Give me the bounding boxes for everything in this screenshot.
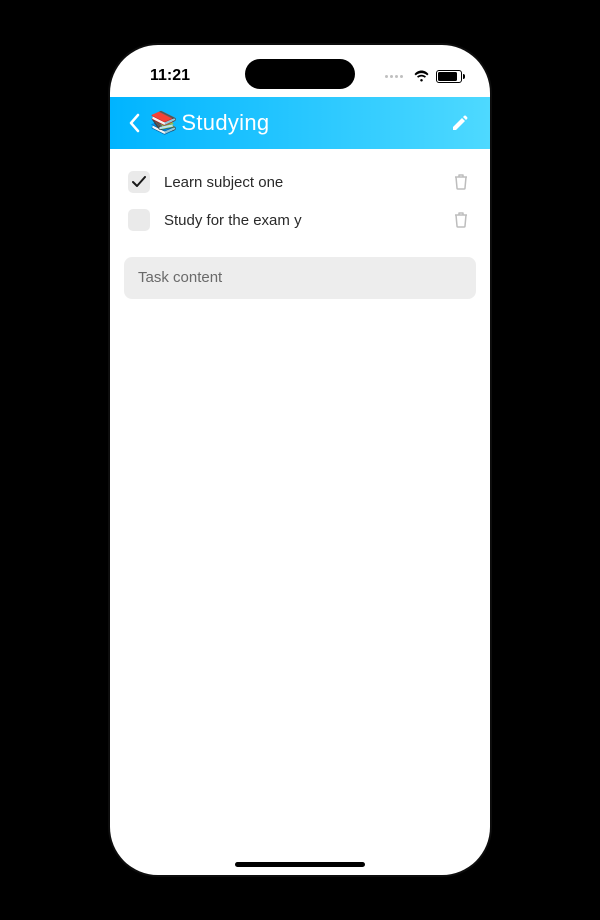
pencil-icon	[451, 114, 469, 132]
cellular-dots-icon	[385, 75, 403, 78]
trash-icon	[454, 174, 468, 190]
status-time: 11:21	[150, 67, 190, 85]
books-icon: 📚	[150, 110, 177, 136]
trash-icon	[454, 212, 468, 228]
status-icons	[385, 70, 462, 83]
edit-button[interactable]	[446, 109, 474, 137]
home-indicator[interactable]	[235, 862, 365, 867]
delete-task-button[interactable]	[450, 209, 472, 231]
wifi-icon	[413, 70, 430, 83]
task-checkbox[interactable]	[128, 209, 150, 231]
new-task-container[interactable]	[124, 257, 476, 299]
page-title: Studying	[181, 110, 269, 136]
task-row: Learn subject one	[124, 163, 476, 201]
delete-task-button[interactable]	[450, 171, 472, 193]
task-label: Learn subject one	[164, 174, 436, 191]
battery-icon	[436, 70, 462, 83]
device-notch	[245, 59, 355, 89]
task-checkbox[interactable]	[128, 171, 150, 193]
task-label: Study for the exam y	[164, 212, 436, 229]
task-content-input[interactable]	[138, 269, 462, 286]
task-row: Study for the exam y	[124, 201, 476, 239]
phone-frame: 11:21 📚 Studying Learn s	[110, 45, 490, 875]
checkmark-icon	[132, 176, 146, 188]
task-list: Learn subject one Study for the exam y	[110, 149, 490, 249]
chevron-left-icon	[128, 113, 140, 133]
back-button[interactable]	[120, 113, 148, 133]
app-header: 📚 Studying	[110, 97, 490, 149]
